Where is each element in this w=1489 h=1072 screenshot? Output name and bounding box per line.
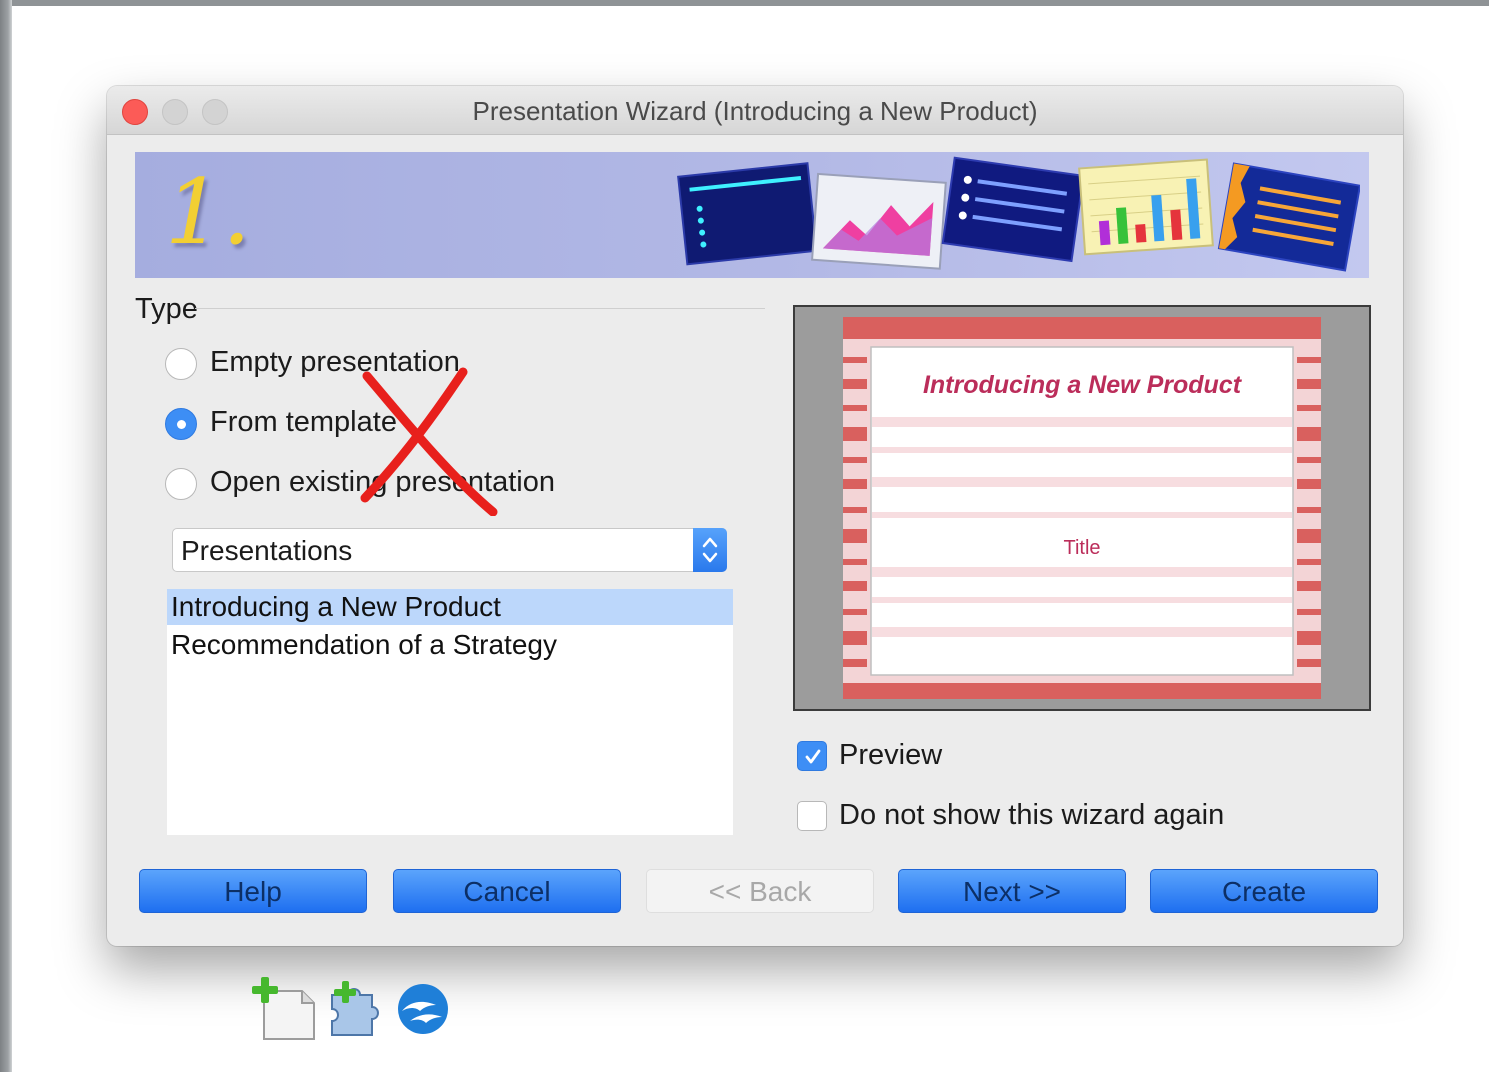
step-number: 1. xyxy=(165,160,251,265)
slides-illustration xyxy=(677,156,1360,272)
radio-button[interactable] xyxy=(165,348,197,380)
preview-checkbox[interactable] xyxy=(797,741,827,771)
cancel-button[interactable]: Cancel xyxy=(393,869,621,913)
red-x-annotation-icon xyxy=(360,367,498,516)
wizard-banner: 1. xyxy=(135,152,1369,278)
radio-button[interactable] xyxy=(165,468,197,500)
type-divider xyxy=(195,308,765,309)
list-item-label: Introducing a New Product xyxy=(171,591,501,622)
preview-slide-subtitle: Title xyxy=(1063,537,1101,559)
create-button[interactable]: Create xyxy=(1150,869,1378,913)
back-button[interactable]: << Back xyxy=(646,869,874,913)
template-category-select[interactable]: Presentations xyxy=(172,528,727,572)
radio-button[interactable] xyxy=(165,408,197,440)
window-title: Presentation Wizard (Introducing a New P… xyxy=(472,96,1038,126)
template-list[interactable]: Introducing a New Product Recommendation… xyxy=(167,589,733,835)
next-button[interactable]: Next >> xyxy=(898,869,1126,913)
template-preview: Introducing a New Product Title xyxy=(793,305,1371,711)
list-item-label: Recommendation of a Strategy xyxy=(171,629,557,660)
preview-slide-graphic xyxy=(843,317,1321,699)
type-heading: Type xyxy=(135,293,198,325)
select-stepper[interactable] xyxy=(693,528,727,572)
desktop-top-edge xyxy=(0,0,1489,6)
help-button[interactable]: Help xyxy=(139,869,367,913)
list-item[interactable]: Introducing a New Product xyxy=(167,589,733,625)
up-down-chevron-icon xyxy=(702,537,718,563)
extension-puzzle-icon[interactable] xyxy=(328,975,386,1041)
dont-show-again-label: Do not show this wizard again xyxy=(839,799,1225,831)
openoffice-gulls-icon[interactable] xyxy=(396,975,450,1035)
title-bar[interactable]: Presentation Wizard (Introducing a New P… xyxy=(107,86,1403,135)
dont-show-again-checkbox[interactable] xyxy=(797,801,827,831)
list-item[interactable]: Recommendation of a Strategy xyxy=(167,627,733,663)
checkmark-icon xyxy=(805,749,821,764)
preview-label: Preview xyxy=(839,739,943,771)
new-document-icon[interactable] xyxy=(250,975,320,1043)
desktop-left-edge xyxy=(0,0,12,1072)
preview-slide-title: Introducing a New Product xyxy=(922,371,1242,399)
select-value: Presentations xyxy=(181,535,353,566)
presentation-wizard-window: Presentation Wizard (Introducing a New P… xyxy=(107,86,1403,946)
